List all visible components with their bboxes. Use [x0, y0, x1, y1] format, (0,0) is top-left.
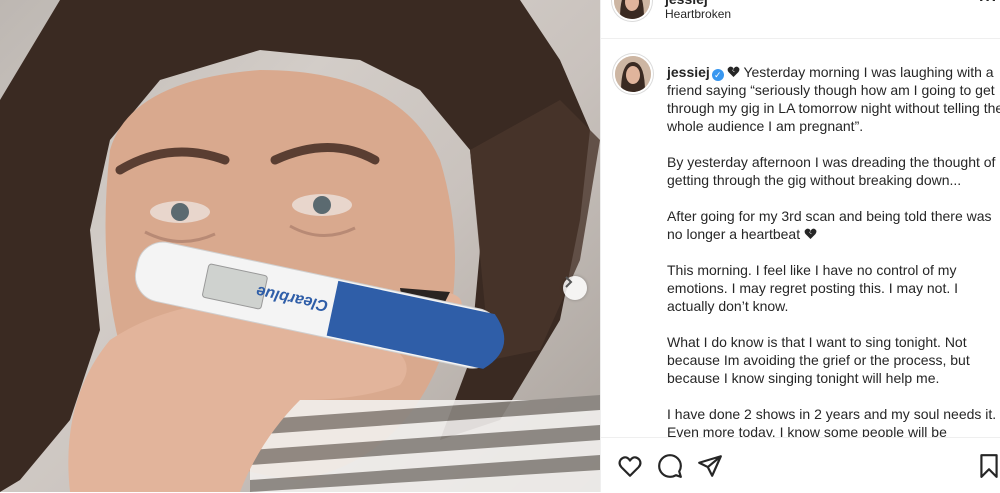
header-location[interactable]: Heartbroken — [665, 7, 731, 21]
photo-illustration: Clearblue — [0, 0, 600, 492]
broken-heart-icon — [727, 66, 740, 77]
post-caption: jessiej ✓ Yesterday morning I was laughin… — [667, 63, 1000, 459]
bookmark-icon[interactable] — [976, 453, 1000, 479]
caption-paragraph: What I do know is that I want to sing to… — [667, 334, 974, 386]
heart-icon[interactable] — [617, 453, 643, 479]
post-header: jessiej Heartbroken ··· — [601, 0, 1000, 39]
caption-avatar[interactable] — [615, 56, 651, 92]
header-username[interactable]: jessiej — [665, 0, 708, 7]
avatar-image — [615, 56, 651, 92]
caption-text-3: After going for my 3rd scan and being to… — [667, 208, 996, 242]
avatar-image — [614, 0, 650, 19]
post-panel: jessiej Heartbroken ··· jessiej✓ Yesterd… — [600, 0, 1000, 493]
share-icon[interactable] — [697, 453, 723, 479]
caption-paragraph: jessiej ✓ Yesterday morning I was laughin… — [667, 63, 1000, 135]
caption-paragraph: By yesterday afternoon I was dreading th… — [667, 154, 1000, 188]
verified-badge-icon: ✓ — [711, 69, 724, 81]
post-photo[interactable]: Clearblue — [0, 0, 600, 492]
caption-paragraph: This morning. I feel like I have no cont… — [667, 262, 962, 314]
caption-paragraph: I have done 2 shows in 2 years and my so… — [667, 406, 1000, 440]
broken-heart-icon — [804, 228, 817, 239]
carousel-next-button[interactable] — [563, 276, 587, 300]
comment-icon[interactable] — [657, 453, 683, 479]
avatar[interactable] — [614, 0, 650, 19]
post-actions-bar — [601, 437, 1000, 493]
caption-paragraph: After going for my 3rd scan and being to… — [667, 207, 1000, 243]
chevron-right-icon — [565, 276, 573, 288]
caption-username[interactable]: jessiej — [667, 64, 710, 80]
more-options-button[interactable]: ··· — [979, 0, 998, 10]
